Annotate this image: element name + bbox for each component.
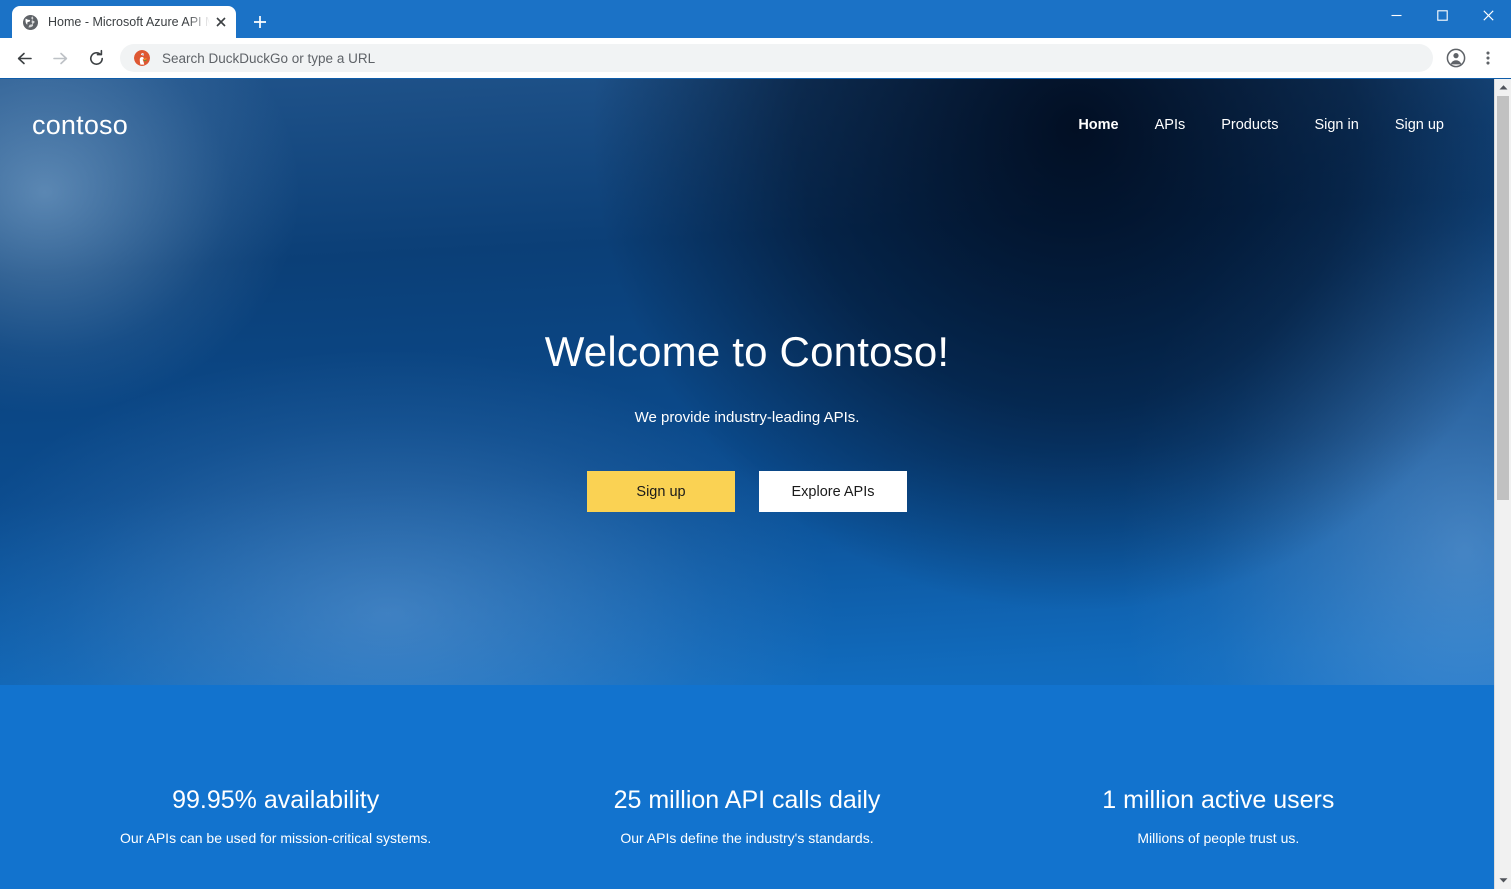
page-viewport: contoso Home APIs Products Sign in Sign … [0,78,1511,889]
profile-avatar-icon[interactable] [1441,43,1471,73]
window-close-icon[interactable] [1465,0,1511,30]
scrollbar-track[interactable] [1495,96,1511,872]
maximize-icon[interactable] [1419,0,1465,30]
stat-body: Our APIs can be used for mission-critica… [120,830,432,846]
minimize-icon[interactable] [1373,0,1419,30]
browser-window: Home - Microsoft Azure API Man [0,0,1511,889]
back-arrow-icon[interactable] [8,42,40,74]
scrollbar-thumb[interactable] [1497,96,1509,500]
stat-body: Our APIs define the industry's standards… [620,830,874,846]
window-controls [1373,0,1511,30]
new-tab-button[interactable] [246,8,274,36]
site-navbar: contoso Home APIs Products Sign in Sign … [0,79,1494,171]
stat-api-calls: 25 million API calls daily Our APIs defi… [511,785,982,846]
hero-content: Welcome to Contoso! We provide industry-… [0,328,1494,513]
chevron-up-icon[interactable] [1495,79,1511,96]
page-title: Welcome to Contoso! [544,328,950,375]
nav-link-apis[interactable]: APIs [1137,111,1204,139]
browser-titlebar: Home - Microsoft Azure API Man [0,0,1511,38]
address-bar[interactable]: Search DuckDuckGo or type a URL [120,44,1433,72]
hero-subtitle: We provide industry-leading APIs. [634,409,860,427]
stat-headline: 99.95% availability [172,786,380,814]
duckduckgo-icon [134,50,150,66]
browser-toolbar: Search DuckDuckGo or type a URL [0,38,1511,78]
sign-up-button[interactable]: Sign up [587,471,735,513]
explore-apis-button[interactable]: Explore APIs [759,471,907,513]
stats-section: 99.95% availability Our APIs can be used… [0,785,1494,846]
page-scrollbar[interactable] [1494,79,1511,889]
nav-link-home[interactable]: Home [1060,111,1136,139]
globe-icon [22,14,39,31]
three-dot-menu-icon[interactable] [1473,43,1503,73]
forward-arrow-icon [44,42,76,74]
site-nav-links: Home APIs Products Sign in Sign up [1060,111,1462,139]
chevron-down-icon[interactable] [1495,872,1511,889]
hero-cta-group: Sign up Explore APIs [0,471,1494,513]
web-page: contoso Home APIs Products Sign in Sign … [0,79,1494,889]
nav-link-products[interactable]: Products [1203,111,1296,139]
site-logo[interactable]: contoso [32,110,128,141]
reload-icon[interactable] [80,42,112,74]
stat-headline: 25 million API calls daily [613,786,881,814]
stat-active-users: 1 million active users Millions of peopl… [983,785,1454,846]
close-icon[interactable] [212,13,230,31]
tab-title: Home - Microsoft Azure API Man [48,15,210,29]
hero-section: contoso Home APIs Products Sign in Sign … [0,79,1494,889]
stat-availability: 99.95% availability Our APIs can be used… [40,785,511,846]
nav-link-sign-in[interactable]: Sign in [1296,111,1376,139]
stat-headline: 1 million active users [1102,786,1335,814]
stat-body: Millions of people trust us. [1137,830,1300,846]
nav-link-sign-up[interactable]: Sign up [1377,111,1462,139]
browser-tab[interactable]: Home - Microsoft Azure API Man [12,6,236,38]
address-bar-placeholder: Search DuckDuckGo or type a URL [162,50,376,66]
